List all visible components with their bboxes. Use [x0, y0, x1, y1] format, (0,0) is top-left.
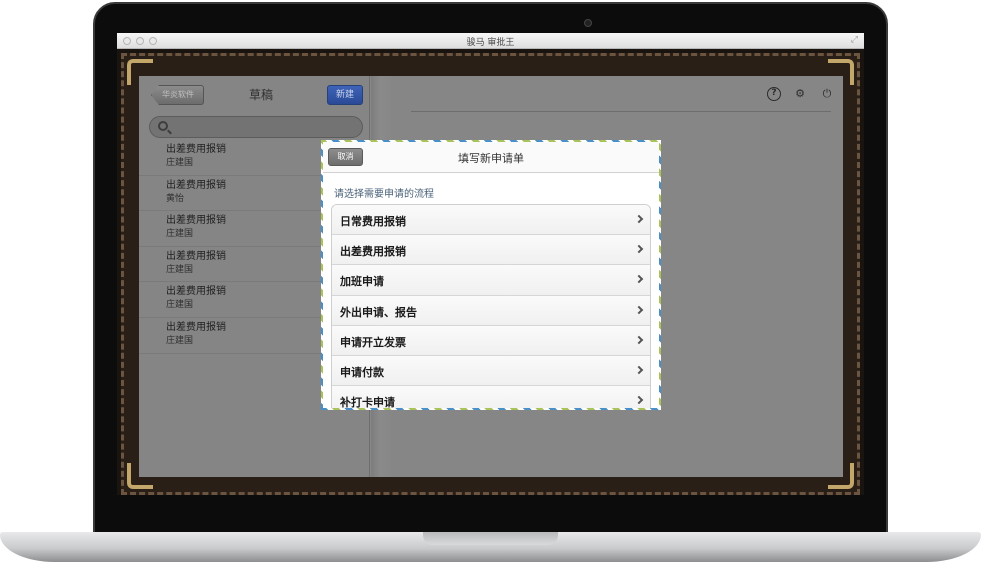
detail-header-line — [411, 111, 831, 112]
chevron-right-icon — [634, 335, 644, 344]
chevron-right-icon — [634, 305, 644, 314]
process-label: 申请开立发票 — [340, 335, 406, 349]
process-item[interactable]: 外出申请、报告 — [332, 295, 650, 326]
process-item[interactable]: 补打卡申请 — [332, 386, 650, 408]
process-label: 申请付款 — [340, 365, 384, 379]
process-label: 补打卡申请 — [340, 396, 395, 408]
dialog-body: 取消 填写新申请单 请选择需要申请的流程 日常费用报销 出差费用报销 加班申请 … — [323, 142, 659, 408]
user-settings-icon[interactable]: ⚙ — [793, 87, 807, 101]
process-label: 外出申请、报告 — [340, 305, 417, 319]
power-icon[interactable]: ⏻ — [820, 87, 834, 101]
process-item[interactable]: 加班申请 — [332, 265, 650, 296]
process-list: 日常费用报销 出差费用报销 加班申请 外出申请、报告 申请开立发票 申请付款 补… — [331, 204, 651, 408]
search-icon — [158, 121, 168, 131]
process-item[interactable]: 出差费用报销 — [332, 235, 650, 266]
chevron-right-icon — [634, 395, 644, 405]
search-input[interactable] — [174, 120, 358, 134]
chevron-right-icon — [634, 214, 644, 224]
chevron-right-icon — [634, 275, 644, 284]
fullscreen-icon[interactable]: ⤢ — [851, 35, 858, 45]
drafts-title: 草稿 — [248, 88, 273, 102]
dialog-header: 取消 填写新申请单 — [323, 142, 659, 173]
window-title: 骏马 审批王 — [466, 38, 515, 48]
process-item[interactable]: 申请付款 — [332, 355, 650, 387]
process-item[interactable]: 日常费用报销 — [332, 205, 650, 236]
new-request-dialog: 取消 填写新申请单 请选择需要申请的流程 日常费用报销 出差费用报销 加班申请 … — [321, 140, 661, 410]
window-titlebar: 骏马 审批王 ⤢ — [117, 33, 864, 49]
new-button[interactable]: 新建 — [327, 85, 363, 105]
process-label: 日常费用报销 — [340, 215, 406, 228]
search-bar[interactable] — [149, 116, 363, 138]
process-item[interactable]: 申请开立发票 — [332, 325, 650, 356]
back-button[interactable]: 华炎软件 — [151, 85, 204, 105]
help-icon[interactable]: ? — [767, 87, 781, 101]
laptop-notch — [423, 532, 558, 545]
camera-icon — [584, 19, 592, 27]
cancel-button[interactable]: 取消 — [328, 148, 363, 166]
process-label: 加班申请 — [340, 275, 384, 289]
drafts-header: 华炎软件 草稿 新建 — [139, 76, 370, 116]
chevron-right-icon — [634, 244, 644, 254]
process-label: 出差费用报销 — [340, 245, 406, 259]
chevron-right-icon — [634, 365, 644, 375]
dialog-prompt: 请选择需要申请的流程 — [334, 189, 434, 200]
dialog-title: 填写新申请单 — [458, 152, 524, 165]
